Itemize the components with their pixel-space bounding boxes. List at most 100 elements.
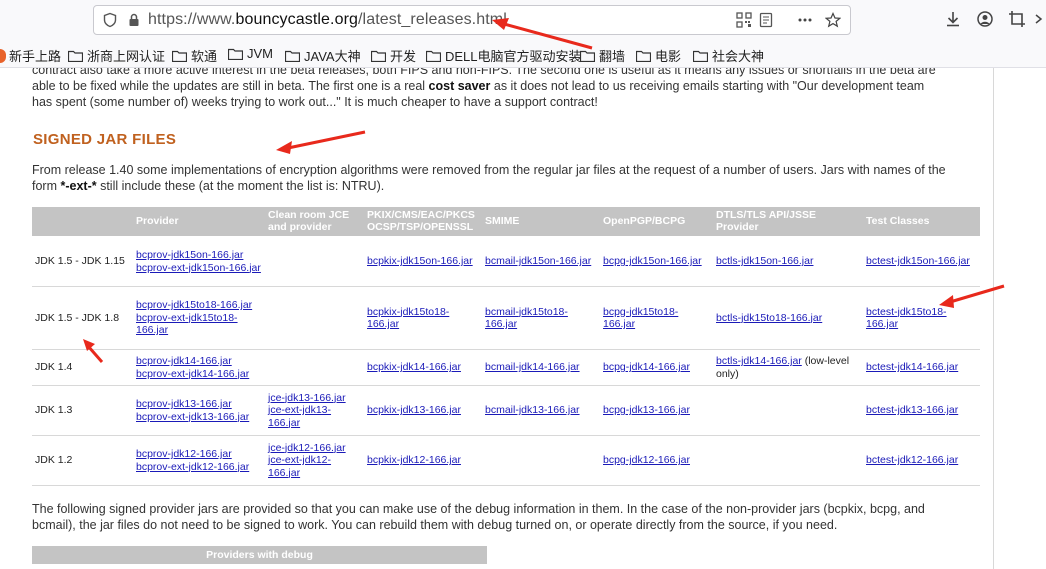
jar-download-link[interactable]: jce-jdk12-166.jar: [268, 442, 346, 454]
jdk-version-cell: JDK 1.2: [32, 435, 133, 486]
shield-icon[interactable]: [102, 12, 118, 28]
intro-paragraph: contract also take a more active interes…: [32, 68, 936, 109]
jar-download-link[interactable]: bcpg-jdk13-166.jar: [603, 404, 690, 416]
jar-download-link[interactable]: bcpg-jdk12-166.jar: [603, 454, 690, 466]
jar-download-link[interactable]: bctest-jdk13-166.jar: [866, 404, 958, 416]
jar-download-link[interactable]: bcprov-jdk15on-166.jar: [136, 249, 243, 261]
table-header-row: Provider Clean room JCE and provider PKI…: [32, 207, 980, 237]
table-row: JDK 1.2 bcprov-jdk12-166.jar bcprov-ext-jd…: [32, 435, 980, 486]
header-cell: OpenPGP/BCPG: [600, 207, 713, 237]
folder-icon: [171, 50, 188, 62]
provider-cell: bcprov-jdk15to18-166.jar bcprov-ext-jdk15…: [133, 286, 265, 350]
test-cell: bctest-jdk14-166.jar: [863, 349, 980, 386]
table-row: JDK 1.5 - JDK 1.8 bcprov-jdk15to18-166.ja…: [32, 286, 980, 350]
jar-download-link[interactable]: bctls-jdk14-166.jar: [716, 355, 802, 367]
jar-download-link[interactable]: bcpkix-jdk12-166.jar: [367, 454, 461, 466]
bookmarks-toolbar: 新手上路 浙商上网认证 软通 JVM JAVA大神 开发 DELL电脑官方驱动安…: [0, 40, 1046, 68]
test-cell: bctest-jdk15on-166.jar: [863, 236, 980, 287]
download-icon[interactable]: [943, 10, 963, 30]
jar-download-link[interactable]: bcpkix-jdk13-166.jar: [367, 404, 461, 416]
jar-download-link[interactable]: bcpg-jdk14-166.jar: [603, 361, 690, 373]
jar-download-link[interactable]: bcpkix-jdk15to18-166.jar: [367, 306, 449, 331]
folder-icon: [370, 50, 387, 62]
jar-download-link[interactable]: bcprov-ext-jdk14-166.jar: [136, 368, 249, 380]
jce-cell: [265, 349, 364, 386]
pkix-cell: bcpkix-jdk12-166.jar: [364, 435, 482, 486]
bookmark-folder[interactable]: JVM: [227, 46, 273, 61]
jar-download-link[interactable]: bctls-jdk15to18-166.jar: [716, 312, 822, 324]
debug-table-header: Providers with debug: [32, 546, 487, 564]
jar-download-link[interactable]: bcprov-jdk12-166.jar: [136, 448, 232, 460]
jar-download-link[interactable]: bctest-jdk15on-166.jar: [866, 255, 970, 267]
tls-cell: [713, 435, 863, 486]
pkix-cell: bcpkix-jdk15to18-166.jar: [364, 286, 482, 350]
pgp-cell: bcpg-jdk14-166.jar: [600, 349, 713, 386]
bookmark-folder[interactable]: 开发: [370, 46, 416, 65]
jar-download-link[interactable]: bcprov-ext-jdk12-166.jar: [136, 461, 249, 473]
bookmark-folder[interactable]: 软通: [171, 46, 217, 65]
jar-download-link[interactable]: bctest-jdk14-166.jar: [866, 361, 958, 373]
smime-cell: [482, 435, 600, 486]
header-cell: PKIX/CMS/EAC/PKCS OCSP/TSP/OPENSSL: [364, 207, 482, 237]
bookmark-folder[interactable]: JAVA大神: [284, 46, 361, 65]
jar-download-link[interactable]: bcprov-ext-jdk15to18-166.jar: [136, 312, 238, 337]
scrollbar-track[interactable]: [993, 68, 994, 569]
address-bar[interactable]: https://www.bouncycastle.org/latest_rele…: [93, 5, 851, 35]
jar-download-link[interactable]: bctest-jdk15to18-166.jar: [866, 306, 947, 331]
tls-cell: bctls-jdk14-166.jar (low-level only): [713, 349, 863, 386]
bookmark-item[interactable]: 新手上路: [0, 46, 61, 65]
folder-icon: [67, 50, 84, 62]
table-row: JDK 1.4 bcprov-jdk14-166.jar bcprov-ext-jd…: [32, 349, 980, 386]
footer-paragraph: The following signed provider jars are p…: [32, 502, 925, 532]
pgp-cell: bcpg-jdk12-166.jar: [600, 435, 713, 486]
jar-download-link[interactable]: bcpg-jdk15on-166.jar: [603, 255, 702, 267]
jar-download-link[interactable]: jce-ext-jdk13-166.jar: [268, 404, 331, 429]
smime-cell: bcmail-jdk14-166.jar: [482, 349, 600, 386]
header-cell: [32, 207, 133, 237]
jar-download-link[interactable]: bcprov-jdk13-166.jar: [136, 398, 232, 410]
bookmark-star-icon[interactable]: [824, 12, 842, 28]
more-actions-icon[interactable]: [797, 12, 813, 28]
jar-download-link[interactable]: bcpkix-jdk14-166.jar: [367, 361, 461, 373]
lock-icon[interactable]: [126, 12, 142, 28]
folder-icon: [425, 50, 442, 62]
section-title: SIGNED JAR FILES: [33, 131, 177, 148]
jar-download-link[interactable]: bcmail-jdk15on-166.jar: [485, 255, 591, 267]
bookmark-folder[interactable]: 社会大神: [692, 46, 764, 65]
tls-cell: bctls-jdk15to18-166.jar: [713, 286, 863, 350]
jar-download-link[interactable]: bcmail-jdk14-166.jar: [485, 361, 580, 373]
jar-download-link[interactable]: bcprov-jdk14-166.jar: [136, 355, 232, 367]
pgp-cell: bcpg-jdk15on-166.jar: [600, 236, 713, 287]
jar-download-link[interactable]: bcprov-ext-jdk13-166.jar: [136, 411, 249, 423]
jce-cell: jce-jdk13-166.jar jce-ext-jdk13-166.jar: [265, 385, 364, 436]
bookmark-folder[interactable]: 电影: [635, 46, 681, 65]
jar-download-link[interactable]: bctls-jdk15on-166.jar: [716, 255, 813, 267]
test-cell: bctest-jdk13-166.jar: [863, 385, 980, 436]
pkix-cell: bcpkix-jdk15on-166.jar: [364, 236, 482, 287]
jar-download-link[interactable]: jce-jdk13-166.jar: [268, 392, 346, 404]
bookmark-folder[interactable]: 翻墙: [579, 46, 625, 65]
pkix-cell: bcpkix-jdk13-166.jar: [364, 385, 482, 436]
jar-download-link[interactable]: bcprov-ext-jdk15on-166.jar: [136, 262, 261, 274]
jar-download-link[interactable]: jce-ext-jdk12-166.jar: [268, 454, 331, 479]
pgp-cell: bcpg-jdk13-166.jar: [600, 385, 713, 436]
extensions-overflow-icon[interactable]: [1034, 10, 1046, 30]
test-cell: bctest-jdk12-166.jar: [863, 435, 980, 486]
provider-cell: bcprov-jdk12-166.jar bcprov-ext-jdk12-166…: [133, 435, 265, 486]
jar-download-link[interactable]: bcpkix-jdk15on-166.jar: [367, 255, 473, 267]
screenshot-crop-icon[interactable]: [1007, 10, 1027, 30]
jar-download-link[interactable]: bctest-jdk12-166.jar: [866, 454, 958, 466]
jar-download-link[interactable]: bcmail-jdk13-166.jar: [485, 404, 580, 416]
reader-view-icon[interactable]: [758, 12, 774, 28]
jar-download-link[interactable]: bcpg-jdk15to18-166.jar: [603, 306, 678, 331]
jar-download-link[interactable]: bcmail-jdk15to18-166.jar: [485, 306, 568, 331]
account-icon[interactable]: [975, 10, 995, 30]
url-text: https://www.bouncycastle.org/latest_rele…: [148, 11, 507, 28]
bookmark-folder[interactable]: 浙商上网认证: [67, 46, 165, 65]
smime-cell: bcmail-jdk15to18-166.jar: [482, 286, 600, 350]
jdk-version-cell: JDK 1.3: [32, 385, 133, 436]
bookmark-folder[interactable]: DELL电脑官方驱动安装: [425, 46, 582, 65]
jar-download-link[interactable]: bcprov-jdk15to18-166.jar: [136, 299, 252, 311]
provider-cell: bcprov-jdk15on-166.jar bcprov-ext-jdk15on…: [133, 236, 265, 287]
qr-code-icon[interactable]: [736, 12, 752, 28]
